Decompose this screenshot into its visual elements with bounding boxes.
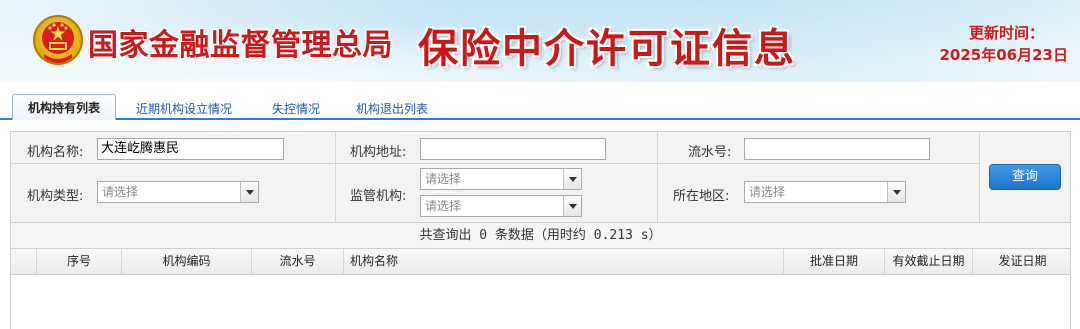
tab-exit-list[interactable]: 机构退出列表 xyxy=(356,100,428,117)
tab-recent-established[interactable]: 近期机构设立情况 xyxy=(136,100,232,117)
tab-holding-list[interactable]: 机构持有列表 xyxy=(12,94,116,120)
region-select-value: 请选择 xyxy=(749,185,786,199)
column-header-org-name[interactable]: 机构名称 xyxy=(344,249,784,274)
regulator-select-secondary-value: 请选择 xyxy=(425,199,462,213)
column-header-expiry-date[interactable]: 有效截止日期 xyxy=(885,249,973,274)
org-type-select[interactable]: 请选择 xyxy=(97,181,259,203)
column-header-approval-date[interactable]: 批准日期 xyxy=(784,249,885,274)
panel-divider xyxy=(335,132,336,222)
serial-number-label: 流水号: xyxy=(688,145,732,160)
column-header-serial[interactable]: 流水号 xyxy=(252,249,344,274)
serial-number-input[interactable] xyxy=(744,138,930,160)
panel-divider xyxy=(11,163,979,164)
header-banner: 国家金融监督管理总局 保险中介许可证信息 更新时间： 2025年06月23日 xyxy=(0,0,1080,82)
site-title: 保险中介许可证信息 xyxy=(418,25,796,72)
chevron-down-icon[interactable] xyxy=(240,182,258,202)
org-name-input[interactable]: 大连屹腾惠民 xyxy=(97,138,284,160)
chevron-down-icon[interactable] xyxy=(563,169,581,189)
org-type-label: 机构类型: xyxy=(27,189,84,204)
result-summary: 共查询出 0 条数据（用时约 0.213 s） xyxy=(10,223,1071,249)
query-button[interactable]: 查询 xyxy=(989,164,1061,190)
org-name-label: 机构名称: xyxy=(27,145,84,160)
org-type-select-value: 请选择 xyxy=(102,185,139,199)
regulator-label: 监管机构: xyxy=(350,189,407,204)
column-header-issue-date[interactable]: 发证日期 xyxy=(973,249,1072,274)
chevron-down-icon[interactable] xyxy=(887,182,905,202)
column-header-org-code[interactable]: 机构编码 xyxy=(122,249,252,274)
regulator-select-secondary[interactable]: 请选择 xyxy=(420,195,582,217)
update-time-label: 更新时间： xyxy=(968,24,1044,42)
region-select[interactable]: 请选择 xyxy=(744,181,906,203)
regulator-select-primary[interactable]: 请选择 xyxy=(420,168,582,190)
tab-out-of-control[interactable]: 失控情况 xyxy=(272,100,320,117)
org-address-label: 机构地址: xyxy=(350,145,407,160)
update-time-value: 2025年06月23日 xyxy=(939,46,1069,64)
panel-divider xyxy=(657,132,658,222)
agency-name: 国家金融监督管理总局 xyxy=(88,28,393,63)
chevron-down-icon[interactable] xyxy=(563,196,581,216)
table-header: 序号 机构编码 流水号 机构名称 批准日期 有效截止日期 发证日期 xyxy=(10,249,1071,275)
table-body xyxy=(10,275,1071,329)
national-emblem-icon xyxy=(33,15,83,65)
panel-divider xyxy=(979,132,980,222)
org-address-input[interactable] xyxy=(420,138,606,160)
regulator-select-primary-value: 请选择 xyxy=(425,172,462,186)
table-header-checkbox-column xyxy=(11,249,37,274)
tab-bar-underline xyxy=(0,118,1080,120)
region-label: 所在地区: xyxy=(673,189,730,204)
column-header-index[interactable]: 序号 xyxy=(37,249,122,274)
